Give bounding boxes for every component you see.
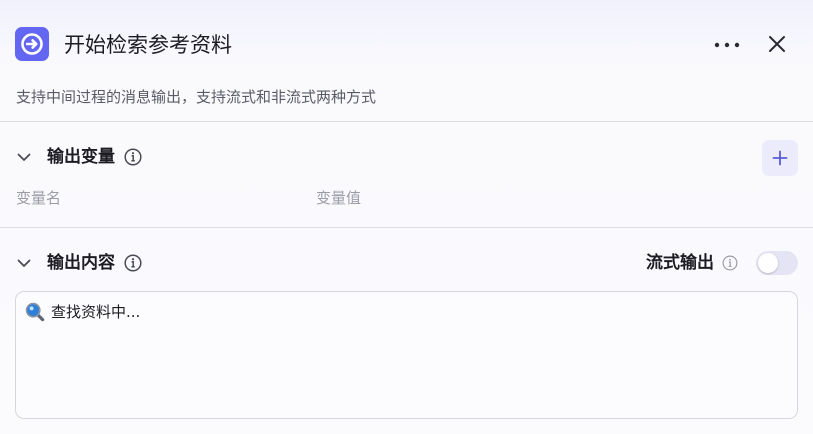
output-variables-section-header: 输出变量 [15,144,142,170]
divider [0,227,813,228]
streaming-output-label: 流式输出 [646,253,714,273]
more-dots-icon [714,42,740,48]
divider [0,121,813,122]
streaming-output-toggle[interactable] [756,251,798,275]
output-content-title: 输出内容 [47,253,115,273]
column-header-variable-value: 变量值 [316,189,362,207]
arrow-right-circle-icon [15,27,49,61]
output-content-text: 查找资料中... [51,303,141,321]
panel-description: 支持中间过程的消息输出，支持流式和非流式两种方式 [16,88,377,106]
info-icon[interactable] [722,255,738,271]
info-icon[interactable] [124,254,142,272]
toggle-knob [758,253,778,273]
column-header-variable-name: 变量名 [16,189,62,207]
output-content-section-header: 输出内容 [15,250,142,276]
streaming-output-control: 流式输出 [646,249,798,277]
close-icon [769,36,785,52]
node-config-panel: 开始检索参考资料 支持中间过程的消息输出，支持流式和非流式两种方式 输出变量 变… [0,0,813,434]
chevron-down-icon[interactable] [15,148,33,166]
add-variable-button[interactable] [762,140,798,176]
close-button[interactable] [765,32,789,56]
magnifying-glass-icon [25,302,45,322]
output-variables-title: 输出变量 [47,147,115,167]
output-content-editor[interactable]: 查找资料中... [15,291,798,419]
plus-icon [772,150,788,166]
panel-header: 开始检索参考资料 [15,24,797,66]
chevron-down-icon[interactable] [15,254,33,272]
panel-title: 开始检索参考资料 [64,33,232,57]
more-options-button[interactable] [712,33,742,57]
info-icon[interactable] [124,148,142,166]
